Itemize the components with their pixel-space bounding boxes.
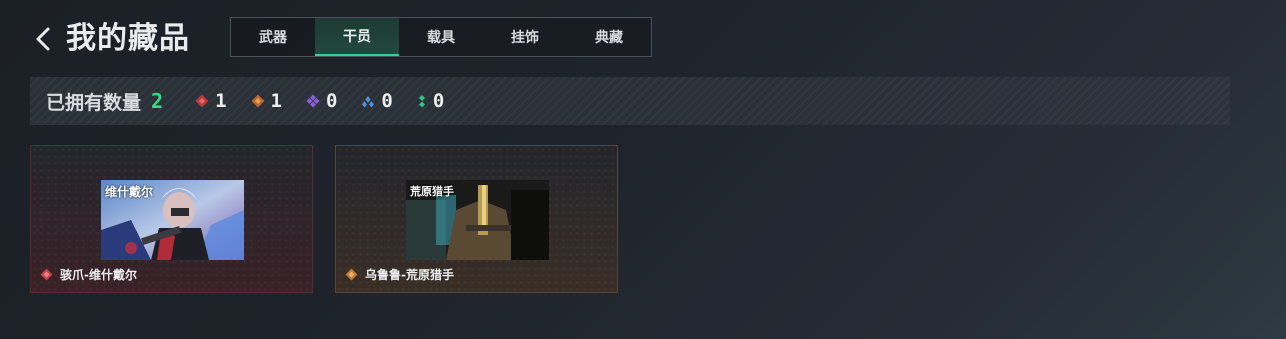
rarity-red: 1: [195, 90, 227, 112]
purple-clover-icon: [306, 94, 320, 108]
rarity-purple-count: 0: [325, 90, 338, 112]
operator-thumbnail: 维什戴尔: [101, 180, 244, 260]
card-footer: 乌鲁鲁-荒原猎手: [345, 266, 454, 283]
chevron-left-icon: [36, 27, 50, 51]
page-title: 我的藏品: [66, 21, 190, 56]
green-dots-icon: [418, 95, 425, 108]
owned-count-label: 已拥有数量: [46, 91, 142, 114]
owned-count-total: 2: [151, 89, 164, 113]
back-button[interactable]: [32, 21, 54, 57]
thumbnail-caption: 维什戴尔: [105, 185, 154, 199]
red-rarity-icon: [40, 268, 53, 281]
owned-count-bar: 已拥有数量 2 1 1 0 0 0: [30, 77, 1230, 125]
rarity-orange-count: 1: [270, 90, 282, 112]
orange-rarity-icon: [345, 268, 358, 281]
thumbnail-caption: 荒原猎手: [410, 185, 454, 198]
rarity-purple: 0: [306, 90, 337, 112]
tab-operators[interactable]: 干员: [315, 18, 399, 56]
rarity-blue: 0: [361, 90, 393, 112]
collection-card[interactable]: 荒原猎手 乌鲁鲁-荒原猎手: [335, 145, 618, 293]
rarity-green-count: 0: [432, 90, 445, 112]
item-name: 乌鲁鲁-荒原猎手: [365, 268, 454, 282]
collection-card[interactable]: 维什戴尔 骇爪-维什戴尔: [30, 145, 313, 293]
category-tabs: 武器 干员 载具 挂饰 典藏: [230, 17, 652, 57]
tab-collection[interactable]: 典藏: [567, 18, 651, 56]
card-footer: 骇爪-维什戴尔: [40, 266, 137, 283]
tab-weapons[interactable]: 武器: [231, 18, 315, 56]
operator-thumbnail: 荒原猎手: [406, 180, 549, 260]
tab-charms[interactable]: 挂饰: [483, 18, 567, 56]
item-name: 骇爪-维什戴尔: [60, 268, 137, 282]
rarity-blue-count: 0: [381, 90, 393, 112]
page-header: 我的藏品: [32, 18, 190, 60]
rarity-red-count: 1: [215, 90, 227, 112]
blue-triangle-dots-icon: [362, 96, 375, 108]
rarity-orange: 1: [251, 90, 282, 112]
tab-vehicles[interactable]: 载具: [399, 18, 483, 56]
red-diamond-icon: [195, 94, 209, 108]
rarity-green: 0: [417, 90, 444, 112]
orange-diamond-icon: [251, 94, 265, 108]
